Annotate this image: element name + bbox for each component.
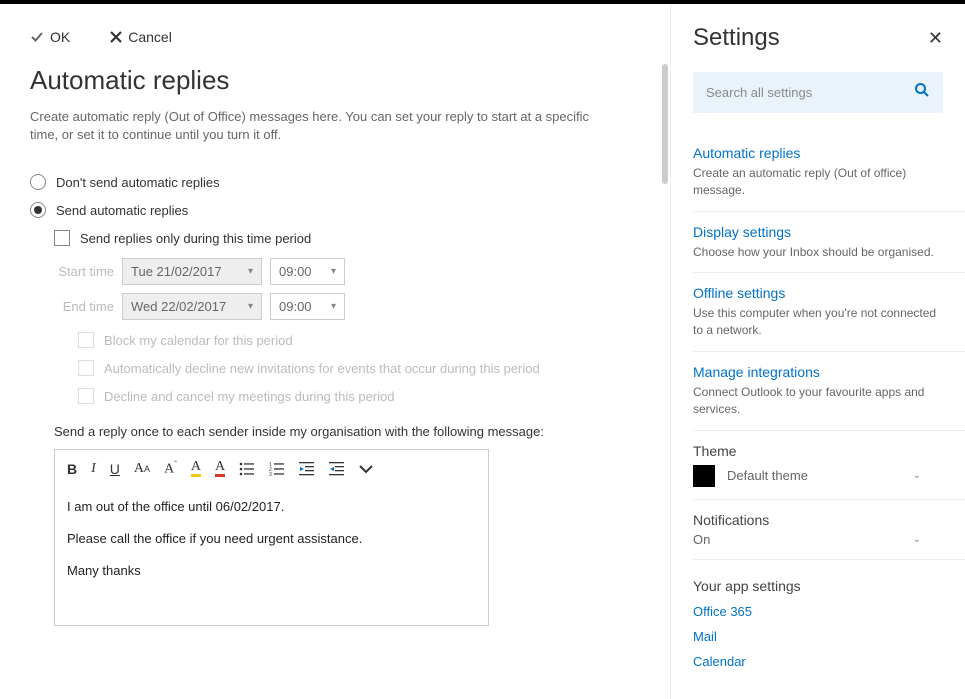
check-decline-new: Automatically decline new invitations fo… bbox=[78, 360, 640, 376]
main-panel: OK Cancel Automatic replies Create autom… bbox=[0, 4, 670, 699]
check-time-period[interactable]: Send replies only during this time perio… bbox=[54, 230, 640, 246]
theme-selector[interactable]: Default theme ⌄ bbox=[693, 465, 943, 487]
italic-button[interactable]: I bbox=[91, 461, 96, 477]
radio-icon bbox=[30, 174, 46, 190]
setting-desc: Create an automatic reply (Out of office… bbox=[693, 165, 943, 199]
page-title: Automatic replies bbox=[30, 65, 640, 96]
end-time-label: End time bbox=[54, 299, 114, 314]
app-settings-heading: Your app settings bbox=[693, 578, 965, 594]
check-label: Block my calendar for this period bbox=[104, 333, 293, 348]
underline-button[interactable]: U bbox=[110, 461, 120, 477]
start-time-label: Start time bbox=[54, 264, 114, 279]
search-input[interactable] bbox=[706, 85, 914, 100]
radio-label: Send automatic replies bbox=[56, 203, 188, 218]
scrollbar[interactable] bbox=[660, 24, 670, 664]
editor-label: Send a reply once to each sender inside … bbox=[54, 424, 640, 439]
ok-label: OK bbox=[50, 29, 70, 45]
check-label: Automatically decline new invitations fo… bbox=[104, 361, 540, 376]
theme-heading: Theme bbox=[693, 443, 943, 459]
setting-desc: Use this computer when you're not connec… bbox=[693, 305, 943, 339]
checkmark-icon bbox=[30, 30, 44, 44]
checkbox-icon bbox=[78, 360, 94, 376]
app-link-office365[interactable]: Office 365 bbox=[693, 604, 965, 619]
end-time-dropdown[interactable]: 09:00 ▾ bbox=[270, 293, 345, 320]
notifications-selector[interactable]: On ⌄ bbox=[693, 532, 943, 547]
editor-line: Please call the office if you need urgen… bbox=[67, 530, 476, 548]
app-link-mail[interactable]: Mail bbox=[693, 629, 965, 644]
radio-send[interactable]: Send automatic replies bbox=[30, 202, 640, 218]
more-tools-button[interactable] bbox=[359, 464, 373, 474]
checkbox-icon bbox=[54, 230, 70, 246]
start-time-value: 09:00 bbox=[279, 264, 312, 279]
cancel-button[interactable]: Cancel bbox=[110, 29, 172, 45]
page-description: Create automatic reply (Out of Office) m… bbox=[30, 108, 620, 144]
chevron-down-icon: ▾ bbox=[248, 301, 253, 312]
theme-name: Default theme bbox=[727, 468, 808, 483]
rich-text-editor[interactable]: B I U AA Aˆ A A 123 I am out of th bbox=[54, 449, 489, 625]
end-time-value: 09:00 bbox=[279, 299, 312, 314]
chevron-down-icon: ⌄ bbox=[913, 534, 921, 545]
editor-toolbar: B I U AA Aˆ A A 123 bbox=[55, 450, 488, 488]
setting-link-display[interactable]: Display settings bbox=[693, 224, 943, 240]
check-label: Decline and cancel my meetings during th… bbox=[104, 389, 395, 404]
chevron-down-icon: ⌄ bbox=[913, 470, 921, 481]
setting-desc: Choose how your Inbox should be organise… bbox=[693, 244, 943, 261]
check-block-calendar: Block my calendar for this period bbox=[78, 332, 640, 348]
svg-text:3: 3 bbox=[269, 472, 272, 476]
notifications-heading: Notifications bbox=[693, 512, 943, 528]
setting-link-offline[interactable]: Offline settings bbox=[693, 285, 943, 301]
bold-button[interactable]: B bbox=[67, 461, 77, 477]
chevron-down-icon: ▾ bbox=[248, 266, 253, 277]
end-date-dropdown[interactable]: Wed 22/02/2017 ▾ bbox=[122, 293, 262, 320]
cancel-label: Cancel bbox=[128, 29, 172, 45]
editor-body[interactable]: I am out of the office until 06/02/2017.… bbox=[55, 488, 488, 625]
setting-link-integrations[interactable]: Manage integrations bbox=[693, 364, 943, 380]
notifications-value: On bbox=[693, 532, 710, 547]
checkbox-icon bbox=[78, 388, 94, 404]
start-date-dropdown[interactable]: Tue 21/02/2017 ▾ bbox=[122, 258, 262, 285]
check-decline-cancel: Decline and cancel my meetings during th… bbox=[78, 388, 640, 404]
start-time-dropdown[interactable]: 09:00 ▾ bbox=[270, 258, 345, 285]
settings-title: Settings bbox=[693, 24, 780, 52]
radio-dont-send[interactable]: Don't send automatic replies bbox=[30, 174, 640, 190]
radio-icon bbox=[30, 202, 46, 218]
radio-label: Don't send automatic replies bbox=[56, 175, 220, 190]
editor-line: I am out of the office until 06/02/2017. bbox=[67, 498, 476, 516]
end-date-value: Wed 22/02/2017 bbox=[131, 299, 226, 314]
number-list-button[interactable]: 123 bbox=[269, 462, 285, 476]
settings-search[interactable] bbox=[693, 72, 943, 113]
font-color-button[interactable]: A bbox=[215, 461, 225, 477]
scrollbar-thumb[interactable] bbox=[662, 64, 668, 184]
theme-swatch bbox=[693, 465, 715, 487]
font-family-button[interactable]: Aˆ bbox=[164, 460, 177, 478]
bullet-list-button[interactable] bbox=[239, 462, 255, 476]
highlight-button[interactable]: A bbox=[191, 461, 201, 477]
outdent-button[interactable] bbox=[299, 462, 315, 476]
settings-panel: Settings ✕ Automatic replies Create an a… bbox=[670, 4, 965, 699]
font-size-button[interactable]: AA bbox=[134, 461, 150, 477]
chevron-down-icon: ▾ bbox=[331, 301, 336, 312]
setting-link-auto-replies[interactable]: Automatic replies bbox=[693, 145, 943, 161]
close-icon bbox=[110, 31, 122, 43]
ok-button[interactable]: OK bbox=[30, 29, 70, 45]
chevron-down-icon: ▾ bbox=[331, 266, 336, 277]
start-date-value: Tue 21/02/2017 bbox=[131, 264, 222, 279]
check-label: Send replies only during this time perio… bbox=[80, 231, 311, 246]
close-settings-button[interactable]: ✕ bbox=[928, 28, 943, 49]
app-link-calendar[interactable]: Calendar bbox=[693, 654, 965, 669]
setting-desc: Connect Outlook to your favourite apps a… bbox=[693, 384, 943, 418]
editor-line: Many thanks bbox=[67, 562, 476, 580]
checkbox-icon bbox=[78, 332, 94, 348]
search-icon[interactable] bbox=[914, 82, 930, 103]
indent-button[interactable] bbox=[329, 462, 345, 476]
